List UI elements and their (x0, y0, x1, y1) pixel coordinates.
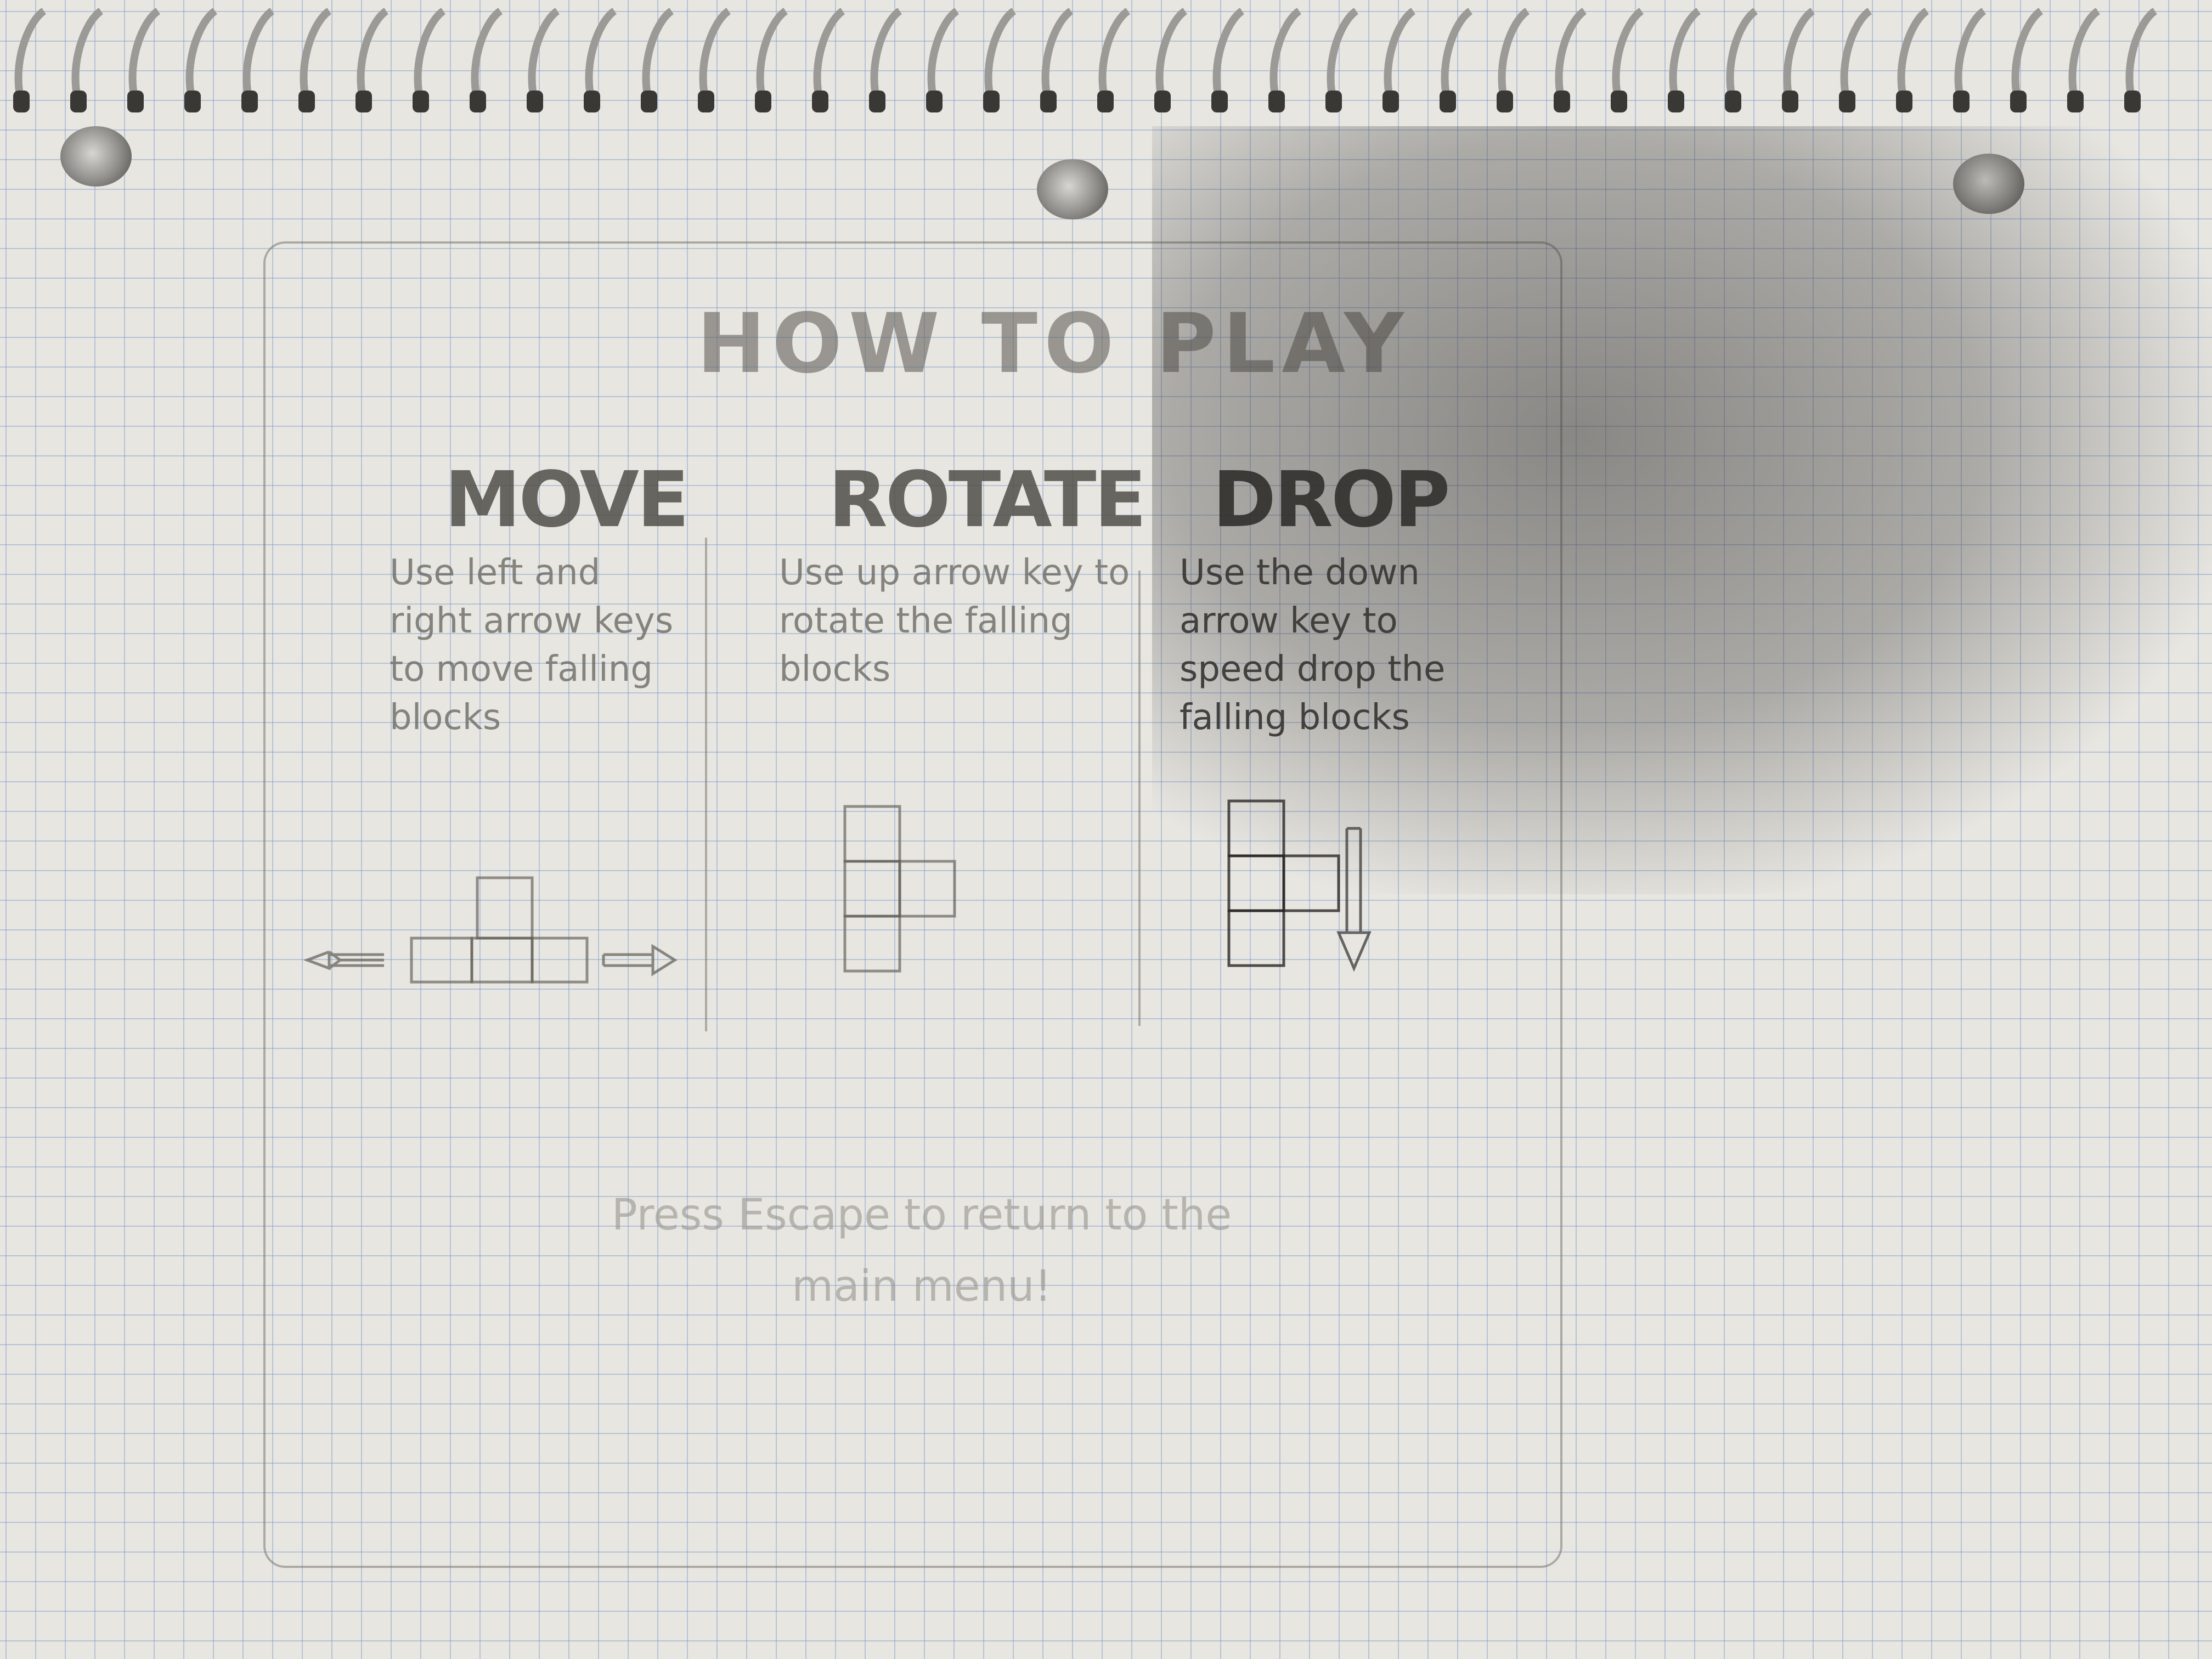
drop-heading: DROP (1212, 455, 1451, 545)
spiral-punch-hole (1440, 91, 1456, 112)
spiral-coil (1726, 8, 1758, 105)
spiral-punch-hole (2067, 91, 2084, 112)
spiral-punch-hole (812, 91, 828, 112)
spiral-punch-hole (2010, 91, 2027, 112)
binder-hole-left (60, 126, 132, 187)
spiral-coil (414, 8, 446, 105)
spiral-punch-hole (356, 91, 372, 112)
spiral-coil (1840, 8, 1872, 105)
column-divider-left (705, 538, 707, 1031)
spiral-coil (1612, 8, 1644, 105)
spiral-coil (813, 8, 845, 105)
spiral-punch-hole (1725, 91, 1741, 112)
screen-frame (263, 241, 1562, 1568)
spiral-punch-hole (1782, 91, 1798, 112)
drop-description: Use the down arrow key to speed drop the… (1180, 552, 1446, 738)
spiral-punch-hole (926, 91, 943, 112)
spiral-coil (14, 8, 47, 105)
rotate-description: Use up arrow key to rotate the falling b… (779, 552, 1130, 690)
spiral-coil (1155, 8, 1188, 105)
spiral-coil (2068, 8, 2101, 105)
spiral-punch-hole (1383, 91, 1399, 112)
spiral-punch-hole (13, 91, 30, 112)
spiral-coil (128, 8, 161, 105)
spiral-punch-hole (1497, 91, 1513, 112)
spiral-punch-hole (1953, 91, 1970, 112)
spiral-coil (1669, 8, 1701, 105)
spiral-punch-hole (641, 91, 657, 112)
spiral-coil (471, 8, 503, 105)
spiral-coil (699, 8, 731, 105)
spiral-punch-hole (298, 91, 315, 112)
spiral-punch-hole (1154, 91, 1171, 112)
move-heading: MOVE (444, 455, 690, 545)
spiral-coil (1384, 8, 1416, 105)
spiral-punch-hole (1097, 91, 1114, 112)
spiral-punch-hole (2124, 91, 2141, 112)
spiral-punch-hole (1839, 91, 1855, 112)
spiral-coil (300, 8, 332, 105)
spiral-coil (984, 8, 1017, 105)
spiral-punch-hole (1668, 91, 1684, 112)
spiral-coil (1555, 8, 1587, 105)
spiral-punch-hole (1325, 91, 1342, 112)
column-divider-right (1138, 571, 1141, 1026)
binder-hole-center (1037, 159, 1108, 219)
spiral-coil (71, 8, 104, 105)
spiral-punch-hole (413, 91, 429, 112)
spiral-coil (2011, 8, 2044, 105)
spiral-coil (756, 8, 788, 105)
spiral-binding (13, 8, 2158, 112)
spiral-punch-hole (70, 91, 87, 112)
spiral-punch-hole (470, 91, 486, 112)
spiral-punch-hole (869, 91, 885, 112)
spiral-coil (1897, 8, 1929, 105)
spiral-punch-hole (241, 91, 258, 112)
spiral-coil (1212, 8, 1245, 105)
spiral-coil (528, 8, 560, 105)
spiral-coil (1041, 8, 1074, 105)
spiral-coil (1327, 8, 1359, 105)
spiral-punch-hole (983, 91, 1000, 112)
spiral-punch-hole (127, 91, 144, 112)
spiral-punch-hole (1554, 91, 1570, 112)
notebook-paper: HOW TO PLAY MOVE ROTATE DROP Use left an… (0, 0, 2212, 1659)
move-description: Use left and right arrow keys to move fa… (390, 552, 674, 738)
spiral-coil (585, 8, 617, 105)
spiral-coil (1498, 8, 1530, 105)
spiral-punch-hole (584, 91, 600, 112)
spiral-punch-hole (755, 91, 771, 112)
spiral-coil (2125, 8, 2158, 105)
spiral-punch-hole (1896, 91, 1912, 112)
spiral-punch-hole (1611, 91, 1627, 112)
spiral-coil (870, 8, 902, 105)
spiral-coil (1441, 8, 1473, 105)
spiral-coil (1783, 8, 1815, 105)
spiral-coil (1098, 8, 1131, 105)
spiral-punch-hole (1211, 91, 1228, 112)
spiral-coil (927, 8, 960, 105)
spiral-punch-hole (1268, 91, 1285, 112)
rotate-heading: ROTATE (828, 455, 1147, 545)
spiral-punch-hole (184, 91, 201, 112)
spiral-coil (1269, 8, 1302, 105)
spiral-punch-hole (527, 91, 543, 112)
spiral-coil (357, 8, 389, 105)
spiral-coil (1954, 8, 1987, 105)
spiral-punch-hole (698, 91, 714, 112)
page-title: HOW TO PLAY (697, 296, 1410, 392)
spiral-coil (242, 8, 275, 105)
binder-hole-right (1953, 154, 2024, 214)
spiral-coil (185, 8, 218, 105)
spiral-punch-hole (1040, 91, 1057, 112)
escape-instruction: Press Escape to return to the main menu! (611, 1190, 1232, 1311)
spiral-coil (642, 8, 674, 105)
